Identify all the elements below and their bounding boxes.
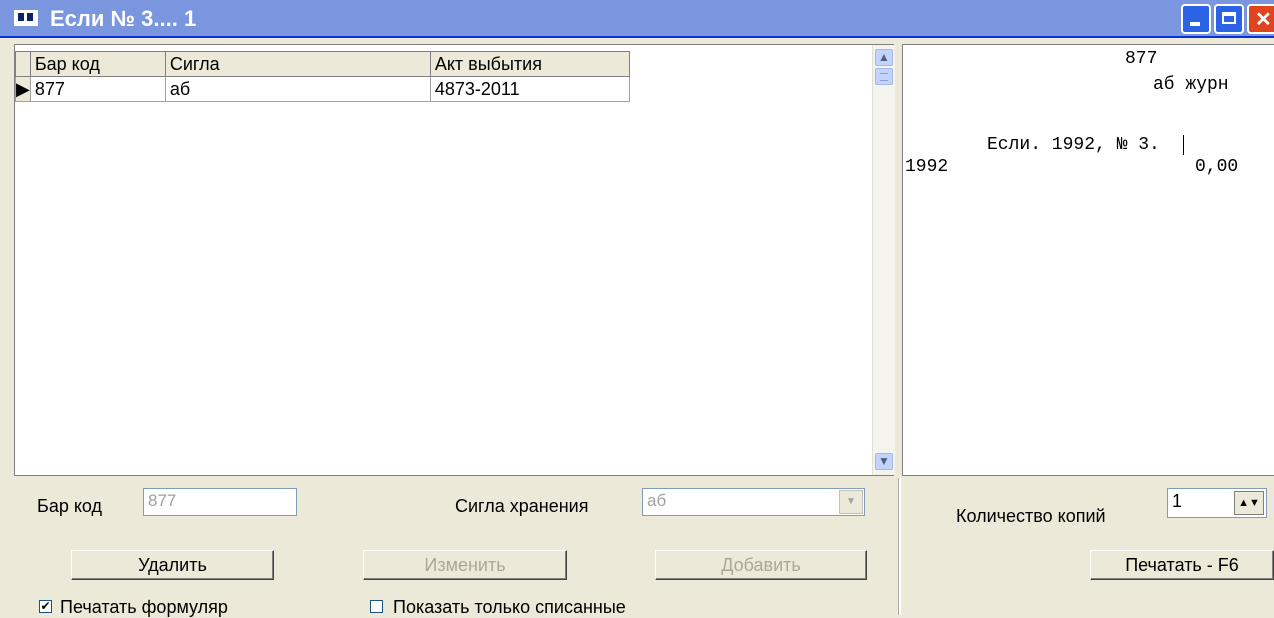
chevron-down-icon[interactable]: ▼: [839, 490, 863, 514]
print-button[interactable]: Печатать - F6: [1090, 550, 1274, 580]
preview-line: Если. 1992, № 3.: [987, 135, 1160, 155]
preview-line: 877: [1125, 49, 1158, 69]
storage-label: Сигла хранения: [455, 496, 589, 516]
close-button[interactable]: [1247, 4, 1274, 34]
card-preview: 877 аб журн Если. 1992, № 3. 1992 0,00: [902, 44, 1274, 476]
maximize-button[interactable]: [1214, 4, 1244, 34]
cell-sigla[interactable]: аб: [164, 76, 431, 102]
records-table: Бар код Сигла Акт выбытия ▶ 877 аб 4873-…: [15, 51, 630, 102]
table-row[interactable]: ▶ 877 аб 4873-2011: [15, 76, 630, 102]
edit-button[interactable]: Изменить: [363, 550, 567, 580]
cell-barcode[interactable]: 877: [29, 76, 166, 102]
copies-value: 1: [1172, 491, 1183, 511]
chevron-down-icon[interactable]: ▼: [875, 453, 893, 470]
print-form-checkbox[interactable]: ✔: [39, 600, 52, 613]
vertical-scrollbar[interactable]: ▲ ▼: [872, 45, 895, 475]
copies-label: Количество копий: [956, 506, 1106, 526]
storage-value: аб: [647, 491, 667, 510]
delete-button[interactable]: Удалить: [71, 550, 274, 580]
row-indicator: ▶: [15, 76, 31, 102]
minimize-button[interactable]: [1181, 4, 1211, 34]
chevron-up-icon[interactable]: ▲: [875, 49, 893, 66]
row-indicator-header: [15, 51, 31, 77]
scroll-thumb[interactable]: [875, 68, 893, 85]
title-bar[interactable]: Если № 3.... 1: [0, 0, 1274, 38]
text-caret: [1183, 135, 1184, 155]
storage-select[interactable]: аб ▼: [642, 488, 865, 516]
add-button[interactable]: Добавить: [655, 550, 867, 580]
show-written-off-checkbox[interactable]: [370, 600, 383, 613]
preview-line: аб журн: [1153, 75, 1229, 95]
copies-spinner[interactable]: 1 ▲▼: [1167, 488, 1267, 518]
preview-line: 1992: [905, 157, 949, 177]
book-icon: [14, 10, 38, 26]
preview-line: 0,00: [1195, 157, 1239, 177]
grid-header-row: Бар код Сигла Акт выбытия: [15, 51, 630, 77]
barcode-field[interactable]: 877: [143, 488, 297, 516]
spin-arrows-icon[interactable]: ▲▼: [1234, 491, 1264, 515]
records-grid[interactable]: Бар код Сигла Акт выбытия ▶ 877 аб 4873-…: [14, 44, 895, 476]
column-header-act[interactable]: Акт выбытия: [429, 51, 630, 77]
barcode-label: Бар код: [37, 496, 103, 516]
panel-divider: [898, 478, 901, 615]
column-header-sigla[interactable]: Сигла: [164, 51, 431, 77]
cell-act[interactable]: 4873-2011: [429, 76, 630, 102]
window-title: Если № 3.... 1: [50, 6, 197, 31]
column-header-barcode[interactable]: Бар код: [29, 51, 166, 77]
